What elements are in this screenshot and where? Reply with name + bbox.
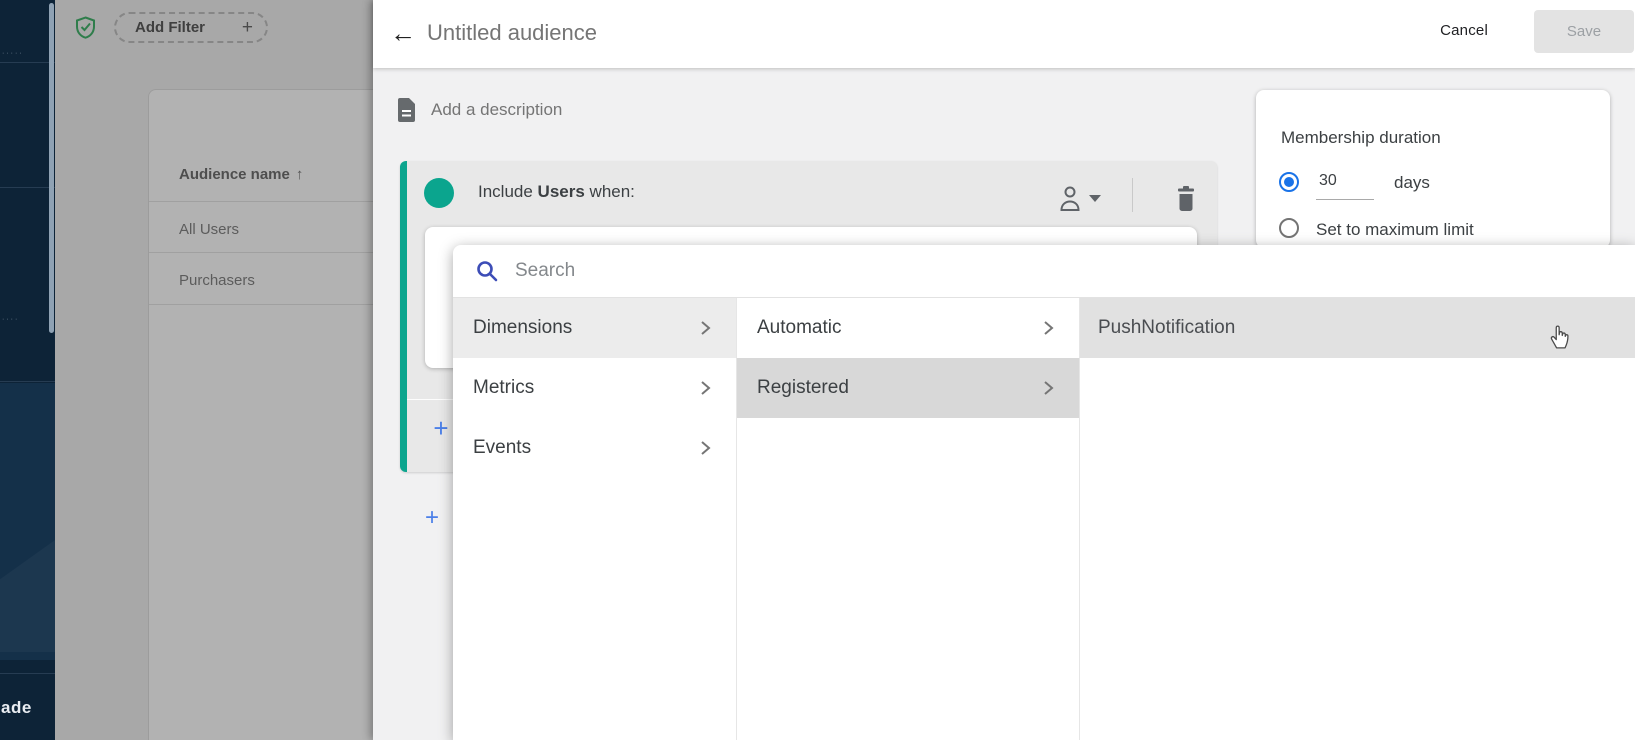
dialog-header: ← Untitled audience Cancel Save (373, 0, 1635, 68)
duration-radio-selected[interactable] (1279, 172, 1299, 192)
add-description-row[interactable]: Add a description (397, 98, 562, 122)
include-users-when-label: Include Users when: (478, 182, 635, 201)
shield-check-icon (76, 16, 95, 39)
menu-item-label: Metrics (473, 377, 535, 398)
chevron-right-icon (698, 320, 712, 336)
audience-builder-dialog: ← Untitled audience Cancel Save Add a de… (373, 0, 1635, 740)
chevron-right-icon (1041, 380, 1055, 396)
menu-item-label: Events (473, 437, 532, 458)
toolbar-divider (1132, 178, 1133, 212)
duration-value-input[interactable] (1316, 163, 1374, 200)
search-icon (477, 261, 498, 282)
sort-ascending-icon: ↑ (295, 166, 304, 183)
menu-column-types: Dimensions Metrics Events (453, 298, 737, 740)
chevron-down-icon[interactable] (1089, 195, 1101, 202)
cancel-button[interactable]: Cancel (1440, 22, 1488, 39)
table-divider (149, 252, 373, 253)
document-icon (398, 98, 415, 122)
nav-text-fragment: ···· (2, 316, 20, 323)
nav-divider (0, 381, 55, 382)
max-limit-radio[interactable] (1279, 218, 1299, 238)
nav-divider (0, 62, 55, 63)
chevron-right-icon (1041, 320, 1055, 336)
nav-text-fragment: ····· (2, 50, 24, 57)
menu-item-label: PushNotification (1098, 317, 1236, 338)
hand-cursor (1550, 325, 1569, 349)
audience-builder-screen: ····· ···· ade Add Filter + Audience nam… (0, 0, 1635, 740)
menu-column-items: PushNotification (1080, 298, 1635, 740)
trash-icon[interactable] (1174, 185, 1198, 213)
user-scope-icon[interactable] (1058, 185, 1082, 212)
table-divider (149, 201, 373, 202)
search-input[interactable] (515, 260, 1635, 282)
upgrade-button-partial[interactable]: ade (1, 698, 32, 718)
add-condition-group-button[interactable]: + (430, 413, 452, 444)
table-row[interactable]: All Users (179, 221, 239, 238)
dropdown-search-row (453, 245, 1635, 298)
audience-title-field[interactable]: Untitled audience (427, 0, 597, 66)
dimmed-page-backdrop: Add Filter + Audience name ↑ All Users Pu… (55, 0, 373, 740)
nav-scrollbar[interactable] (49, 3, 54, 333)
include-scope-indicator (424, 178, 454, 208)
menu-item-events[interactable]: Events (453, 418, 736, 478)
table-row[interactable]: Purchasers (179, 272, 255, 289)
nav-divider (0, 673, 55, 674)
menu-item-automatic[interactable]: Automatic (737, 298, 1079, 358)
audience-table-header[interactable]: Audience name ↑ (179, 166, 303, 183)
audience-table: Audience name ↑ All Users Purchasers (148, 89, 373, 740)
add-exclude-group-button[interactable]: + (421, 504, 443, 532)
membership-duration-title: Membership duration (1281, 128, 1441, 147)
left-nav-rail: ····· ···· ade (0, 0, 55, 740)
radio-dot (1284, 177, 1294, 187)
menu-item-registered[interactable]: Registered (737, 358, 1079, 418)
chevron-right-icon (698, 380, 712, 396)
membership-duration-panel: Membership duration days Set to maximum … (1256, 90, 1610, 248)
dropdown-menu-body: Dimensions Metrics Events Automatic Regi… (453, 298, 1635, 740)
add-description-label: Add a description (431, 100, 563, 119)
max-limit-label[interactable]: Set to maximum limit (1316, 220, 1474, 240)
add-filter-button[interactable]: Add Filter + (114, 12, 268, 43)
duration-unit-label: days (1394, 173, 1430, 192)
table-divider (149, 304, 373, 305)
menu-item-metrics[interactable]: Metrics (453, 358, 736, 418)
menu-item-label: Automatic (757, 317, 842, 338)
menu-item-label: Registered (757, 377, 849, 398)
condition-picker-dropdown: Dimensions Metrics Events (453, 245, 1635, 740)
menu-column-categories: Automatic Registered (737, 298, 1080, 740)
add-filter-label: Add Filter (135, 19, 205, 36)
plus-icon: + (241, 16, 253, 38)
menu-item-label: Dimensions (473, 317, 573, 338)
menu-item-dimensions[interactable]: Dimensions (453, 298, 736, 358)
nav-divider (0, 187, 55, 188)
back-arrow-button[interactable]: ← (385, 15, 421, 51)
chevron-right-icon (698, 440, 712, 456)
save-button[interactable]: Save (1534, 10, 1634, 53)
